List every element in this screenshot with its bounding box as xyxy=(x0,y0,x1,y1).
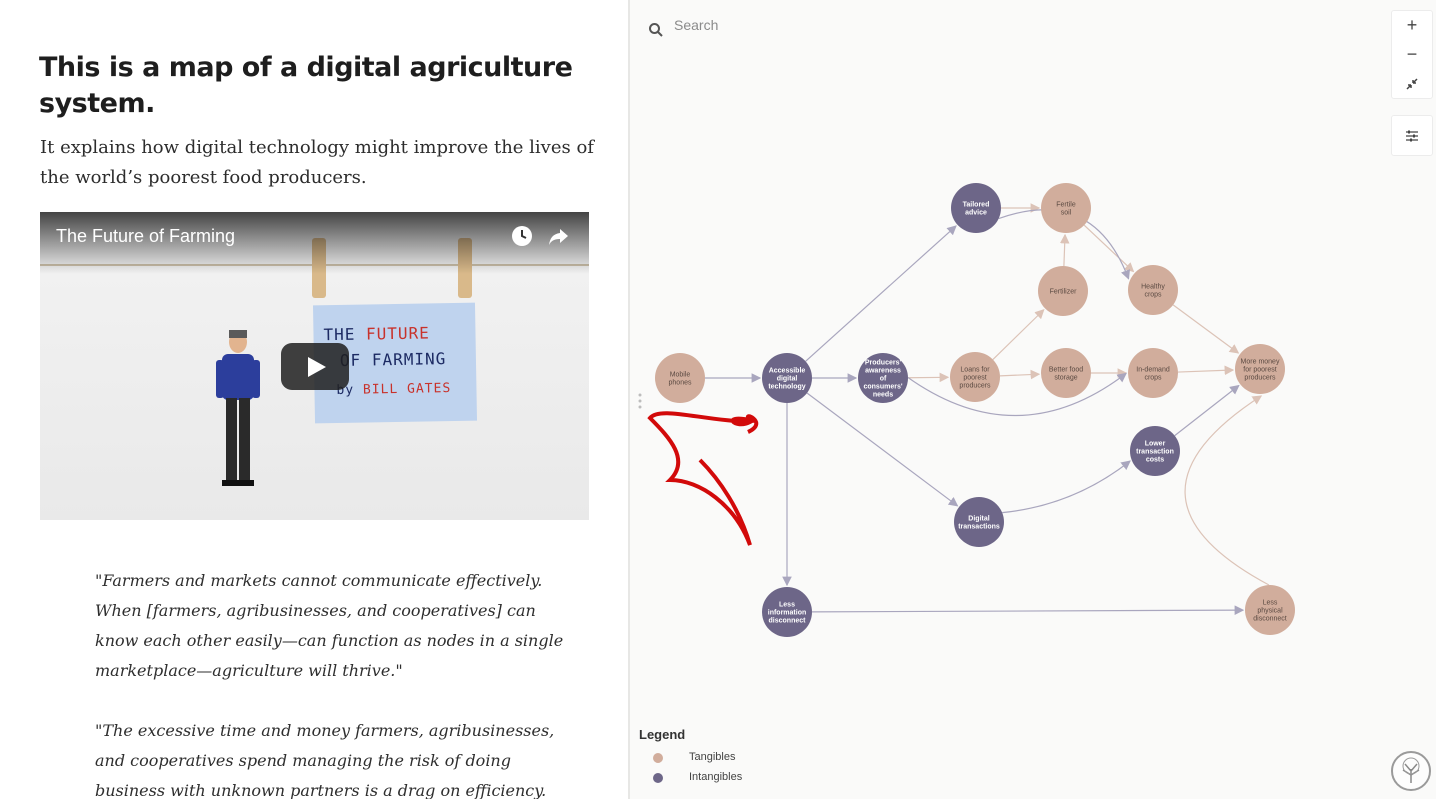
node-aware[interactable]: Producers' awareness of consumers' needs xyxy=(858,353,908,403)
node-indemand[interactable]: In-demand crops xyxy=(1128,348,1178,398)
legend-swatch xyxy=(653,773,663,783)
edge-healthy-money xyxy=(1172,304,1240,354)
card-text: FARMING xyxy=(371,349,447,370)
legend-label: Intangibles xyxy=(689,771,743,783)
edge-access-tailored xyxy=(805,225,957,362)
edge-lower-money xyxy=(1174,384,1240,437)
node-label: Tailored advice xyxy=(963,202,990,217)
quote-paragraph: "Farmers and markets cannot communicate … xyxy=(95,571,564,680)
edge-access-digital xyxy=(806,392,959,507)
video-title-bar: The Future of Farming xyxy=(40,212,589,274)
edge-fertile-healthy xyxy=(1083,224,1135,273)
node-money[interactable]: More money for poorest producers xyxy=(1235,344,1285,394)
node-mobile[interactable]: Mobile phones xyxy=(655,353,705,403)
video-player[interactable]: THE FUTURE OF FARMING by BILL GATES The … xyxy=(40,212,589,520)
node-label: Loans for poorest producers xyxy=(959,367,991,390)
page-title: This is a map of a digital agriculture s… xyxy=(39,52,573,119)
edge-fertilizer-fertile xyxy=(1059,233,1070,267)
node-digital[interactable]: Digital transactions xyxy=(954,497,1004,547)
legend-swatch xyxy=(653,753,663,763)
card-text: BILL GATES xyxy=(362,381,452,398)
foundation-logo-icon[interactable] xyxy=(1391,751,1431,791)
edge-loans-fertilizer xyxy=(992,309,1045,360)
edge-aware-indemand xyxy=(907,372,1127,417)
node-fertilizer[interactable]: Fertilizer xyxy=(1038,266,1088,316)
video-title[interactable]: The Future of Farming xyxy=(56,226,235,247)
edge-lessinfo-lessphys xyxy=(811,605,1245,615)
card-text: THE xyxy=(323,324,367,345)
node-lessinfo[interactable]: Less information disconnect xyxy=(762,587,812,637)
edge-lessphys-money xyxy=(1184,395,1270,586)
figurine-illustration xyxy=(216,330,260,486)
intro-paragraph: It explains how digital technology might… xyxy=(40,137,594,188)
card-text: FUTURE xyxy=(365,323,430,344)
quote-paragraph: "The excessive time and money farmers, a… xyxy=(95,721,555,799)
node-lower[interactable]: Lower transaction costs xyxy=(1130,426,1180,476)
node-fertile[interactable]: Fertile soil xyxy=(1041,183,1091,233)
share-icon[interactable] xyxy=(546,224,570,248)
red-arrow-annotation xyxy=(647,411,759,546)
node-healthy[interactable]: Healthy crops xyxy=(1128,265,1178,315)
map-panel[interactable]: Search + − Mobile phones Accessible digital… xyxy=(630,0,1436,799)
play-button[interactable] xyxy=(281,343,349,390)
legend-label: Tangibles xyxy=(689,751,736,763)
node-lessphys[interactable]: Less physical disconnect xyxy=(1245,585,1295,635)
edge-layer xyxy=(705,203,1270,615)
system-map[interactable]: Mobile phones Accessible digital technology P… xyxy=(630,0,1436,720)
node-label: Mobile phones xyxy=(669,372,692,387)
clock-icon[interactable] xyxy=(510,224,534,248)
node-tailored[interactable]: Tailored advice xyxy=(951,183,1001,233)
edge-loans-storage xyxy=(999,369,1041,380)
node-access[interactable]: Accessible digital technology xyxy=(762,353,812,403)
edge-indemand-money xyxy=(1177,365,1235,376)
edge-digital-lower xyxy=(1002,460,1131,514)
node-storage[interactable]: Better food storage xyxy=(1041,348,1091,398)
article-panel: This is a map of a digital agriculture s… xyxy=(0,0,628,799)
node-label: Fertilizer xyxy=(1050,289,1078,296)
legend-title: Legend xyxy=(639,727,686,742)
node-label: More money for poorest producers xyxy=(1241,359,1280,382)
node-loans[interactable]: Loans for poorest producers xyxy=(950,352,1000,402)
